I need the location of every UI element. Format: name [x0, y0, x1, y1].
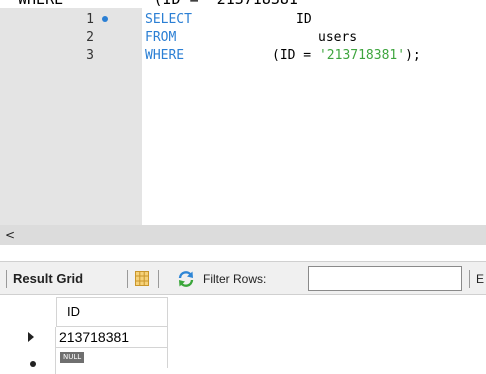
column-header-id[interactable]: ID	[56, 297, 168, 327]
code-line[interactable]: 2 FROM users	[0, 29, 486, 47]
current-row-arrow-icon	[28, 332, 34, 342]
refresh-icon[interactable]	[177, 270, 195, 288]
null-badge: NULL	[60, 352, 85, 363]
line-number: 1	[86, 12, 94, 27]
scroll-left-icon[interactable]: <	[2, 225, 18, 245]
code-line[interactable]: 1 SELECT ID	[0, 11, 486, 29]
toolbar-separator	[127, 270, 128, 288]
sql-identifier: ID	[296, 12, 312, 27]
sql-keyword: SELECT	[145, 12, 192, 27]
panel-gap	[0, 245, 486, 261]
toolbar-separator	[6, 270, 7, 288]
edit-label[interactable]: E	[476, 262, 484, 296]
sql-keyword: FROM	[145, 30, 177, 45]
result-toolbar: Result Grid Filter Rows: E	[0, 261, 486, 295]
toolbar-separator	[469, 270, 470, 288]
line-number: 2	[86, 30, 94, 45]
sql-table-name: users	[318, 30, 358, 45]
sql-condition-end: );	[405, 48, 421, 63]
filter-rows-input[interactable]	[308, 266, 462, 291]
new-row-cell[interactable]: NULL	[56, 348, 168, 368]
line-number: 3	[86, 48, 94, 63]
clipped-code-text: WHERE (ID = '213718381'	[18, 0, 307, 8]
new-row-star-icon	[30, 361, 36, 367]
sql-editor[interactable]: 1 SELECT ID 2 FROM users 3 WHERE (ID = '…	[0, 8, 486, 225]
horizontal-scrollbar[interactable]: <	[0, 225, 486, 245]
breakpoint-dot-icon[interactable]	[102, 16, 108, 22]
editor-previous-line: WHERE (ID = '213718381'	[0, 0, 486, 8]
result-grid[interactable]: ID 213718381 NULL	[0, 295, 486, 374]
toolbar-separator	[158, 270, 159, 288]
sql-condition-lhs: (ID =	[272, 48, 319, 63]
sql-string-literal: '213718381'	[318, 48, 406, 63]
code-line[interactable]: 3 WHERE (ID = '213718381');	[0, 47, 486, 65]
filter-rows-label: Filter Rows:	[203, 272, 267, 286]
grid-layout-icon[interactable]	[135, 271, 149, 286]
table-cell[interactable]: 213718381	[56, 327, 168, 348]
sql-condition: (ID = '213718381');	[272, 47, 421, 65]
result-grid-tab[interactable]: Result Grid	[13, 262, 83, 296]
sql-keyword: WHERE	[145, 48, 185, 63]
